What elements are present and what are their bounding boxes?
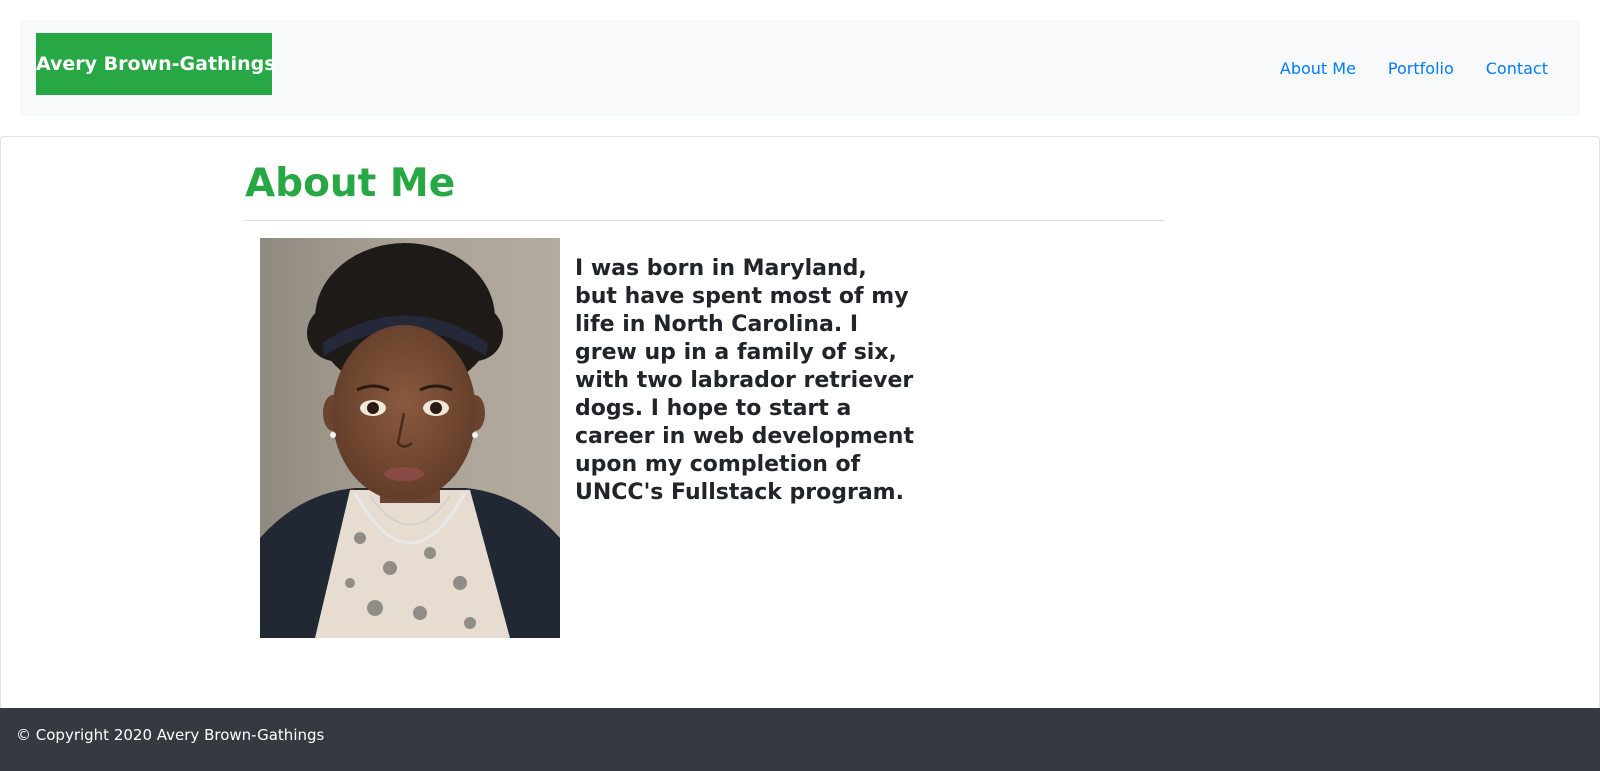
footer: © Copyright 2020 Avery Brown-Gathings <box>0 708 1600 771</box>
navbar: Avery Brown-Gathings About Me Portfolio … <box>20 20 1580 116</box>
title-divider <box>245 220 1165 221</box>
nav-link-about-me[interactable]: About Me <box>1280 59 1356 78</box>
nav-links: About Me Portfolio Contact <box>1280 20 1548 116</box>
footer-copyright: © Copyright 2020 Avery Brown-Gathings <box>16 726 325 744</box>
nav-link-contact[interactable]: Contact <box>1486 59 1548 78</box>
page-title: About Me <box>245 161 456 206</box>
bio-text: I was born in Maryland, but have spent m… <box>575 256 914 505</box>
profile-photo <box>260 238 560 638</box>
brand-link[interactable]: Avery Brown-Gathings <box>36 33 276 95</box>
nav-link-portfolio[interactable]: Portfolio <box>1388 59 1454 78</box>
